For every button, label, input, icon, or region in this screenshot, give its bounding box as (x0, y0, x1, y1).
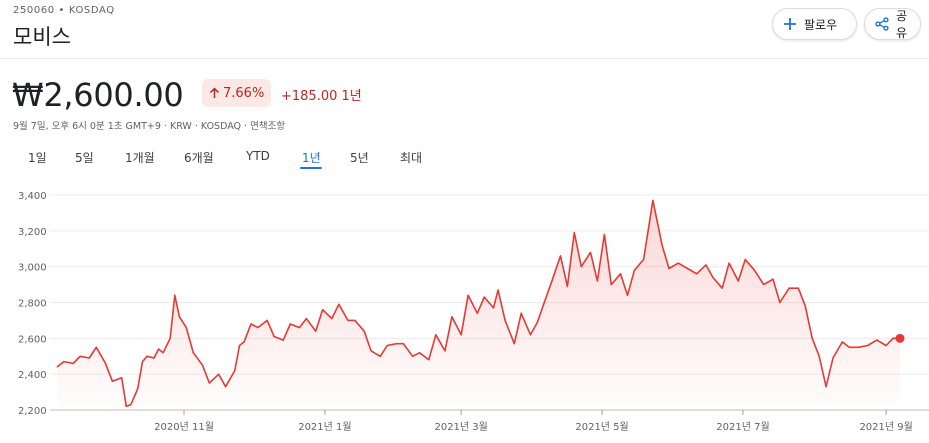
change-absolute: +185.00 1년 (281, 89, 362, 104)
x-tick-label: 2021년 5월 (575, 421, 628, 433)
x-tick-label: 2021년 7월 (716, 421, 769, 433)
tab-5d[interactable]: 5일 (75, 149, 94, 166)
change-percent: 7.66% (223, 85, 265, 101)
share-label: 공유 (896, 9, 908, 40)
y-tick-label: 2,200 (18, 406, 47, 417)
header-divider (0, 58, 929, 59)
change-percent-badge: 7.66% (202, 79, 272, 107)
tab-1y[interactable]: 1년 (302, 149, 321, 166)
tab-6m[interactable]: 6개월 (184, 149, 214, 166)
last-price-dot (895, 333, 905, 343)
share-button[interactable]: 공유 (864, 8, 921, 40)
x-tick-label: 2021년 3월 (434, 421, 487, 433)
y-tick-label: 3,000 (18, 263, 47, 274)
current-price: ₩2,600.00 (12, 76, 184, 114)
tab-ytd[interactable]: YTD (246, 149, 270, 163)
x-tick-label: 2020년 11월 (154, 421, 214, 433)
tab-5y[interactable]: 5년 (350, 149, 369, 166)
y-tick-label: 2,800 (18, 299, 47, 310)
price-chart-svg: 3,400 3,200 3,000 2,800 2,600 2,400 2,200 2020년… (18, 191, 929, 433)
price-chart[interactable]: 3,400 3,200 3,000 2,800 2,600 2,400 2,200 2020년… (0, 180, 929, 443)
share-icon (875, 17, 889, 31)
y-tick-label: 3,400 (18, 191, 47, 202)
quote-meta: 9월 7일, 오후 6시 0분 1초 GMT+9 · KRW · KOSDAQ … (13, 121, 286, 132)
range-tabs: 1일 5일 1개월 6개월 YTD 1년 5년 최대 (0, 149, 929, 173)
active-tab-indicator (300, 167, 322, 169)
y-tick-label: 2,600 (18, 334, 47, 345)
tab-1d[interactable]: 1일 (28, 149, 47, 166)
follow-button[interactable]: 팔로우 (772, 8, 857, 40)
tab-max[interactable]: 최대 (400, 149, 422, 166)
tab-1m[interactable]: 1개월 (125, 149, 155, 166)
plus-icon (783, 17, 797, 31)
x-tick-label: 2021년 1월 (298, 421, 351, 433)
ticker-label: 250060 • KOSDAQ (13, 5, 115, 16)
price-area (57, 200, 900, 410)
follow-label: 팔로우 (804, 17, 838, 32)
y-tick-label: 2,400 (18, 370, 47, 381)
arrow-up-icon (209, 87, 220, 99)
x-tick-label: 2021년 9월 (859, 421, 912, 433)
y-tick-label: 3,200 (18, 227, 47, 238)
stock-name: 모비스 (13, 25, 71, 49)
